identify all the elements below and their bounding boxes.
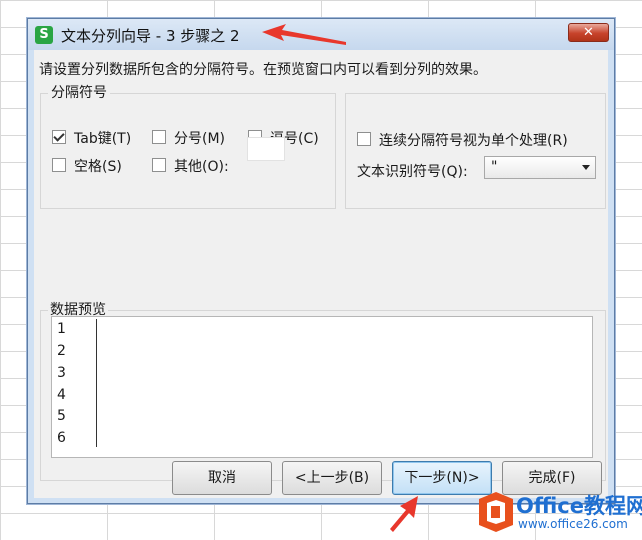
text-qualifier-value: " — [491, 159, 498, 175]
chevron-down-icon[interactable] — [582, 165, 590, 170]
semicolon-checkbox-label: 分号(M) — [174, 131, 226, 147]
next-button[interactable]: 下一步(N)> — [392, 461, 492, 495]
column-break-line[interactable] — [96, 319, 97, 447]
text-qualifier-select[interactable]: " — [484, 156, 596, 179]
options-group — [345, 93, 606, 209]
office-logo-icon — [479, 492, 513, 532]
dialog-title: 文本分列向导 - 3 步骤之 2 — [61, 27, 240, 45]
preview-row: 4 — [57, 387, 66, 403]
office26-watermark: Office教程网 www.office26.com — [478, 487, 642, 539]
consecutive-checkbox-label: 连续分隔符号视为单个处理(R) — [379, 133, 568, 149]
preview-row: 2 — [57, 343, 66, 359]
preview-row: 3 — [57, 365, 66, 381]
text-to-columns-dialog: S 文本分列向导 - 3 步骤之 2 ✕ 请设置分列数据所包含的分隔符号。在预览… — [27, 18, 615, 504]
preview-row: 5 — [57, 408, 66, 424]
watermark-title: Office教程网 — [516, 494, 642, 518]
delimiters-caption: 分隔符号 — [48, 82, 110, 102]
dialog-body: 请设置分列数据所包含的分隔符号。在预览窗口内可以看到分列的效果。 分隔符号 Ta… — [34, 50, 608, 498]
preview-row: 1 — [57, 321, 66, 337]
delimiters-group — [40, 93, 336, 209]
text-qualifier-label: 文本识别符号(Q): — [357, 164, 468, 180]
next-pointer-arrow — [390, 496, 418, 532]
preview-row: 6 — [57, 430, 66, 446]
tab-checkbox-label: Tab键(T) — [74, 131, 132, 147]
instruction-text: 请设置分列数据所包含的分隔符号。在预览窗口内可以看到分列的效果。 — [39, 62, 487, 78]
app-icon: S — [35, 26, 53, 44]
data-preview-area[interactable]: 1 2 3 4 5 6 — [51, 316, 593, 458]
back-button[interactable]: <上一步(B) — [282, 461, 382, 495]
other-delimiter-input[interactable] — [247, 137, 285, 161]
space-checkbox[interactable] — [52, 158, 66, 172]
close-button[interactable]: ✕ — [568, 23, 609, 42]
consecutive-checkbox[interactable] — [357, 132, 371, 146]
watermark-url: www.office26.com — [518, 517, 628, 531]
other-checkbox[interactable] — [152, 158, 166, 172]
cancel-button[interactable]: 取消 — [172, 461, 272, 495]
other-checkbox-label: 其他(O): — [174, 159, 229, 175]
space-checkbox-label: 空格(S) — [74, 159, 122, 175]
title-pointer-arrow — [262, 24, 346, 45]
tab-checkbox[interactable] — [52, 130, 66, 144]
semicolon-checkbox[interactable] — [152, 130, 166, 144]
